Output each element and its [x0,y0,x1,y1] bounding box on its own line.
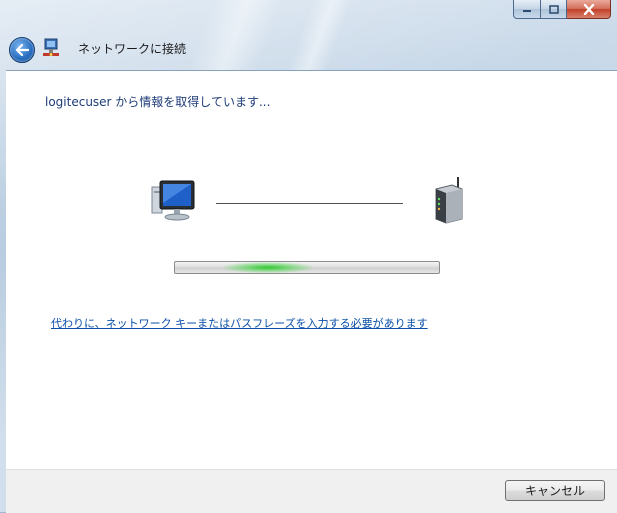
glass-reflection [287,0,353,70]
caption-buttons [513,0,611,20]
computer-icon [151,180,195,221]
content-pane: logitecuser から情報を取得しています... 代わりに、ネットワーク … [6,70,617,470]
router-icon [435,177,463,224]
progress-marquee [223,262,313,273]
window-title: ネットワークに接続 [78,42,187,56]
progress-bar [174,261,440,274]
maximize-icon [548,4,559,14]
footer-bar: キャンセル [6,469,617,513]
status-text: logitecuser から情報を取得しています... [45,95,271,109]
maximize-button[interactable] [541,0,567,19]
connection-line [216,203,403,204]
close-button[interactable] [567,0,611,19]
minimize-button[interactable] [513,0,541,19]
cancel-button[interactable]: キャンセル [505,480,605,501]
glass-reflection [187,0,283,70]
minimize-icon [523,10,531,12]
close-icon [583,3,594,15]
window-frame: ネットワークに接続 logitecuser から情報を取得しています... 代わ… [0,0,617,513]
back-button[interactable] [9,37,35,63]
enter-network-key-link[interactable]: 代わりに、ネットワーク キーまたはパスフレーズを入力する必要があります [51,315,428,331]
network-icon [43,38,59,56]
back-arrow-icon [15,44,29,56]
